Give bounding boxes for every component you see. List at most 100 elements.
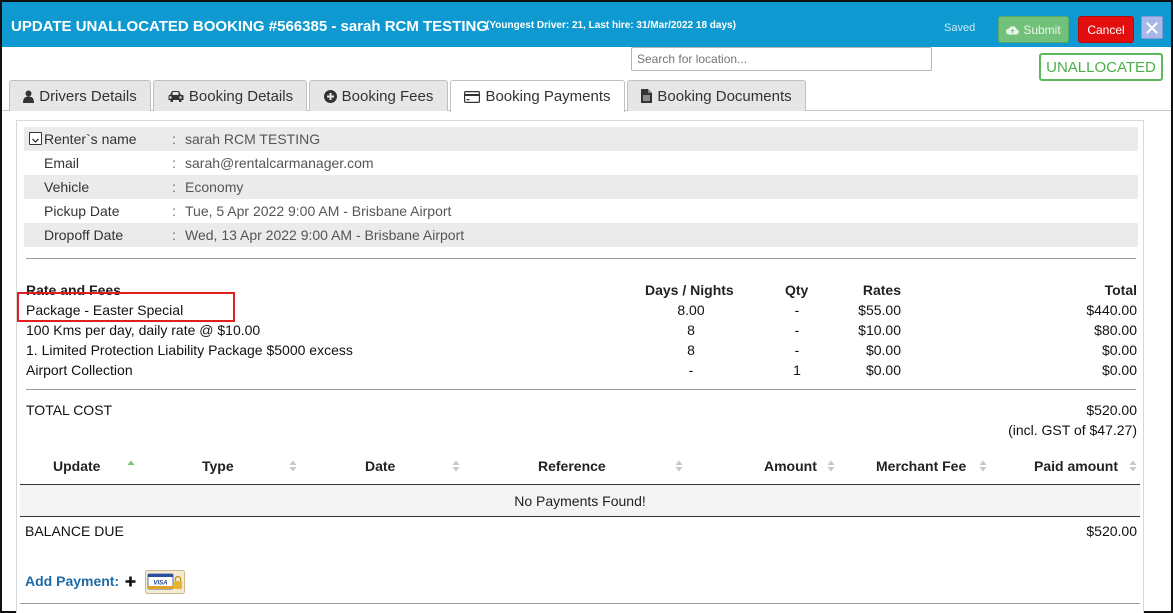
- fee-total: $0.00: [1101, 342, 1137, 358]
- fee-qty: -: [794, 322, 800, 338]
- dropoff-label: Dropoff Date: [44, 227, 124, 243]
- cloud-upload-icon: [1006, 25, 1020, 35]
- sort-asc-icon[interactable]: [127, 459, 135, 473]
- tab-label: Booking Payments: [485, 88, 611, 105]
- balance-due-label: BALANCE DUE: [25, 523, 124, 539]
- renter-name-value: sarah RCM TESTING: [185, 131, 321, 147]
- fee-days: 8: [687, 322, 695, 338]
- dialog-title: UPDATE UNALLOCATED BOOKING #566385 - sar…: [11, 18, 489, 35]
- cancel-label: Cancel: [1087, 22, 1125, 37]
- fee-rate: $0.00: [865, 362, 901, 378]
- separator: :: [172, 155, 176, 171]
- fee-name: 1. Limited Protection Liability Package …: [26, 342, 353, 358]
- col-update[interactable]: Update: [53, 458, 100, 474]
- plus-circle-icon: [323, 89, 337, 103]
- driver-summary: (Youngest Driver: 21, Last hire: 31/Mar/…: [486, 20, 736, 31]
- submit-button[interactable]: Submit: [998, 16, 1069, 43]
- fee-name: Airport Collection: [26, 362, 133, 378]
- divider: [26, 389, 1136, 390]
- col-paid-amount[interactable]: Paid amount: [1034, 458, 1118, 474]
- credit-card-icon: [464, 90, 481, 103]
- sort-icon[interactable]: [979, 459, 987, 473]
- email-value: sarah@rentalcarmanager.com: [185, 155, 374, 171]
- col-reference[interactable]: Reference: [538, 458, 606, 474]
- renter-name-label: Renter`s name: [44, 131, 137, 147]
- email-label: Email: [44, 155, 80, 171]
- fee-name: Package - Easter Special: [26, 302, 184, 318]
- separator: :: [172, 131, 176, 147]
- vehicle-label: Vehicle: [44, 179, 90, 195]
- email-row: Email : sarah@rentalcarmanager.com: [24, 151, 1138, 175]
- fees-header-rates: Rates: [862, 282, 901, 298]
- dialog-header: UPDATE UNALLOCATED BOOKING #566385 - sar…: [2, 2, 1171, 47]
- fee-qty: -: [794, 342, 800, 358]
- pickup-value: Tue, 5 Apr 2022 9:00 AM - Brisbane Airpo…: [185, 203, 452, 219]
- fees-header-qty: Qty: [785, 282, 809, 298]
- tab-label: Booking Details: [188, 87, 294, 105]
- col-type[interactable]: Type: [202, 458, 234, 474]
- fee-days: 8: [687, 342, 695, 358]
- location-search-input[interactable]: [631, 47, 932, 71]
- col-amount[interactable]: Amount: [764, 458, 817, 474]
- dropoff-value: Wed, 13 Apr 2022 9:00 AM - Brisbane Airp…: [185, 227, 465, 243]
- tab-drivers-details[interactable]: Drivers Details: [9, 80, 151, 111]
- tab-label: Drivers Details: [39, 87, 137, 105]
- fee-total: $80.00: [1094, 322, 1137, 338]
- tab-booking-details[interactable]: Booking Details: [153, 80, 307, 111]
- user-icon: [23, 90, 35, 103]
- separator: :: [172, 203, 176, 219]
- add-payment-label: Add Payment:: [25, 573, 120, 589]
- tab-booking-payments[interactable]: Booking Payments: [450, 80, 625, 112]
- sort-icon[interactable]: [675, 459, 683, 473]
- submit-label: Submit: [1023, 22, 1061, 37]
- saved-status: Saved: [944, 22, 976, 34]
- cancel-button[interactable]: Cancel: [1078, 16, 1134, 43]
- separator: :: [172, 227, 176, 243]
- fee-rate: $55.00: [858, 302, 901, 318]
- add-payment-link[interactable]: Add Payment:: [25, 573, 136, 589]
- visa-card-icon[interactable]: VISA: [145, 570, 185, 594]
- col-merchant-fee[interactable]: Merchant Fee: [876, 458, 966, 474]
- dropoff-row: Dropoff Date : Wed, 13 Apr 2022 9:00 AM …: [24, 223, 1138, 247]
- total-cost-label: TOTAL COST: [26, 402, 113, 418]
- card-brand-text: VISA: [153, 581, 167, 587]
- sort-icon[interactable]: [452, 459, 460, 473]
- vehicle-value: Economy: [185, 179, 244, 195]
- empty-payments-row: No Payments Found!: [20, 484, 1140, 517]
- sort-icon[interactable]: [827, 459, 835, 473]
- total-cost-value: $520.00: [1086, 402, 1137, 418]
- fees-header-total: Total: [1104, 282, 1137, 298]
- fee-rate: $10.00: [858, 322, 901, 338]
- close-button[interactable]: [1141, 16, 1163, 39]
- sort-icon[interactable]: [289, 459, 297, 473]
- pickup-row: Pickup Date : Tue, 5 Apr 2022 9:00 AM - …: [24, 199, 1138, 223]
- divider: [26, 258, 1136, 259]
- plus-icon: [125, 576, 136, 586]
- fee-total: $440.00: [1086, 302, 1137, 318]
- fee-qty: -: [794, 302, 800, 318]
- car-icon: [168, 90, 184, 102]
- col-date[interactable]: Date: [365, 458, 395, 474]
- fee-days: 8.00: [677, 302, 705, 318]
- fee-days: -: [688, 362, 694, 378]
- balance-due-value: $520.00: [1086, 523, 1137, 539]
- document-icon: [641, 89, 653, 103]
- fee-rate: $0.00: [865, 342, 901, 358]
- close-icon: [1146, 21, 1158, 34]
- fee-qty: 1: [793, 362, 801, 378]
- tab-label: Booking Fees: [341, 87, 434, 105]
- sort-icon[interactable]: [1129, 459, 1137, 473]
- separator: :: [172, 179, 176, 195]
- renter-name-row[interactable]: Renter`s name : sarah RCM TESTING: [24, 127, 1138, 151]
- divider: [20, 603, 1140, 604]
- tab-booking-documents[interactable]: Booking Documents: [627, 80, 806, 111]
- fee-total: $0.00: [1101, 362, 1137, 378]
- empty-message: No Payments Found!: [514, 492, 646, 509]
- vehicle-row: Vehicle : Economy: [24, 175, 1138, 199]
- pickup-label: Pickup Date: [44, 203, 120, 219]
- tab-label: Booking Documents: [657, 87, 792, 105]
- collapse-toggle-icon[interactable]: [29, 132, 42, 145]
- fee-name: 100 Kms per day, daily rate @ $10.00: [26, 322, 261, 338]
- status-badge: UNALLOCATED: [1039, 53, 1163, 81]
- tab-booking-fees[interactable]: Booking Fees: [309, 80, 448, 111]
